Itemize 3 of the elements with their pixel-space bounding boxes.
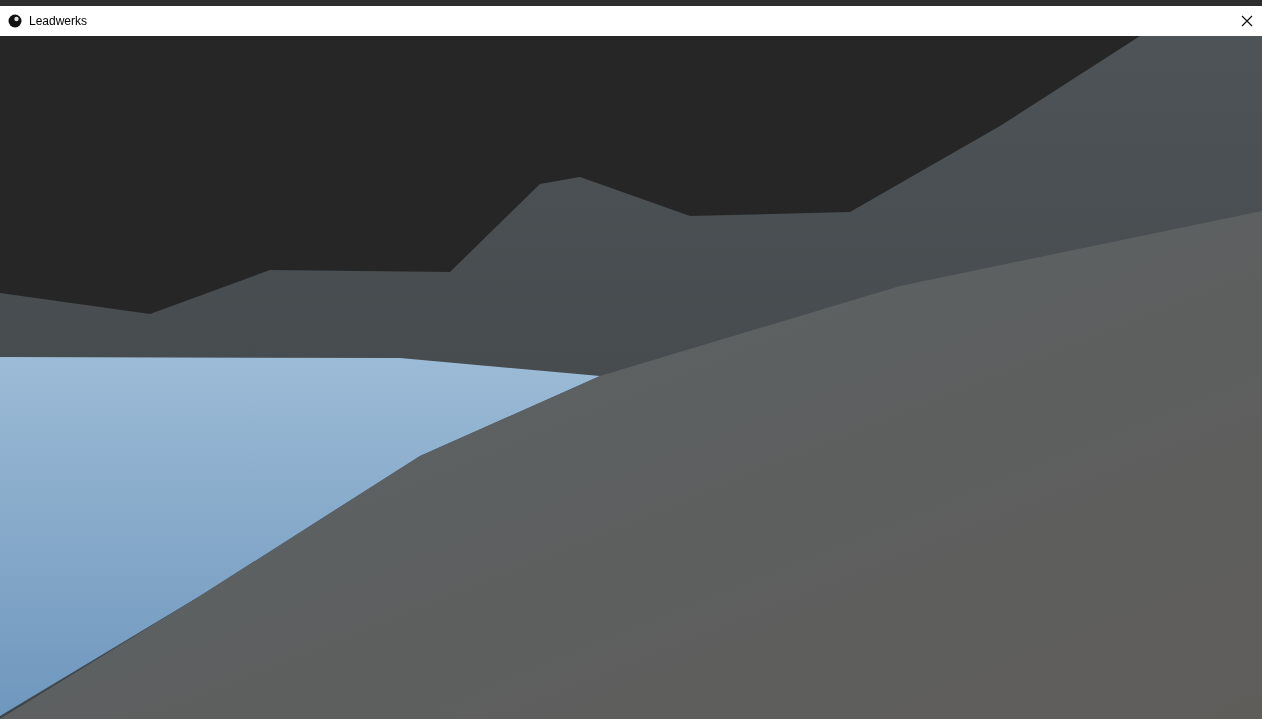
app-icon [8,14,22,28]
window-title: Leadwerks [29,14,88,28]
close-icon [1241,15,1253,27]
